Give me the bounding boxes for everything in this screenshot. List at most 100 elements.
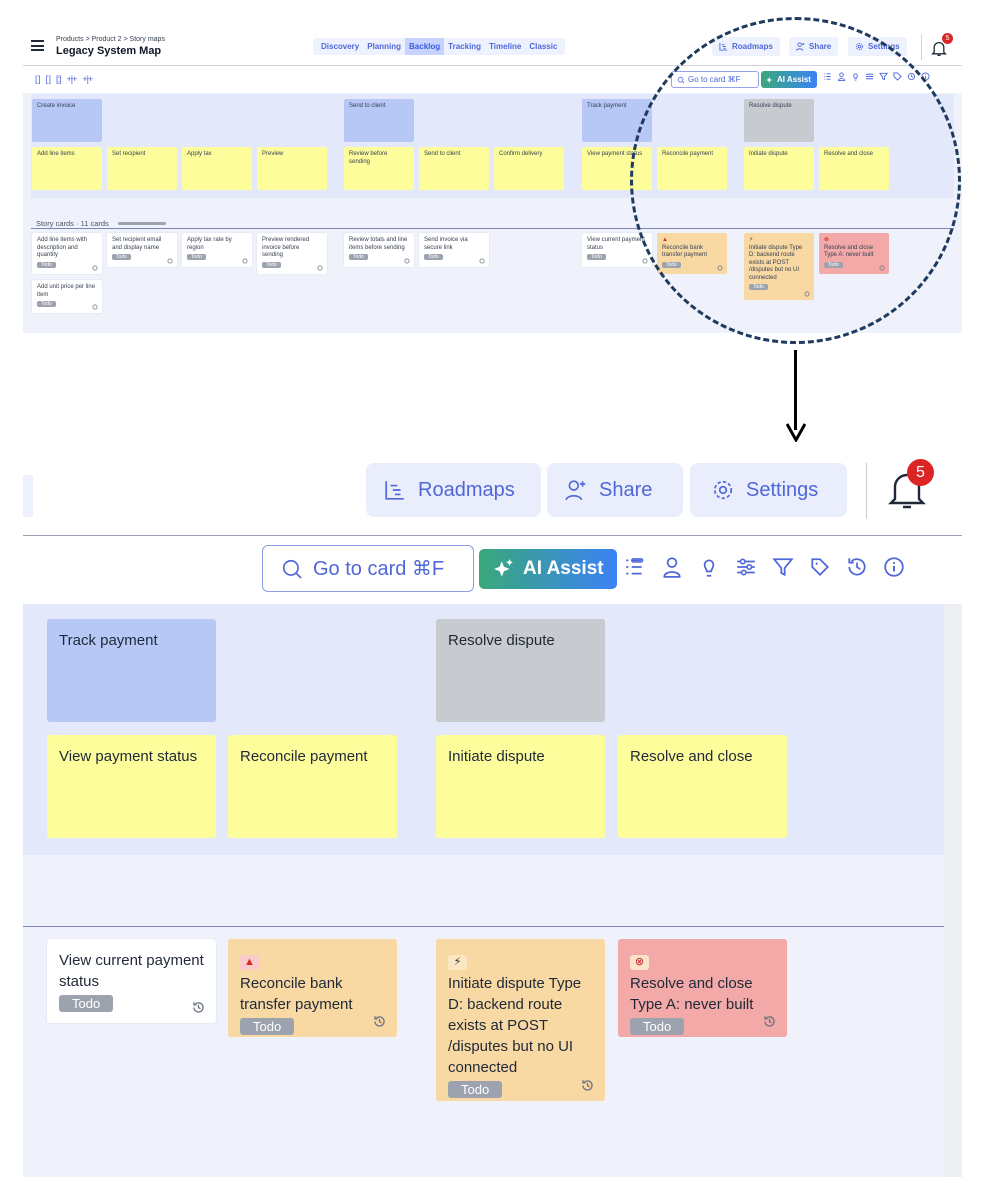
step-card[interactable]: Send to client	[419, 147, 489, 190]
tab-backlog[interactable]: Backlog	[405, 38, 445, 55]
go-to-card-label: Go to card ⌘F	[313, 558, 445, 580]
step-card[interactable]: Add line items	[32, 147, 102, 190]
history-icon[interactable]	[92, 304, 98, 310]
step-card[interactable]: Resolve and close	[618, 735, 787, 838]
status-badge[interactable]: Todo	[262, 261, 281, 268]
history-icon[interactable]	[167, 258, 173, 264]
share-button[interactable]: Share	[547, 463, 683, 517]
share-label: Share	[599, 478, 653, 501]
view-controls: [ ] [ ] [:] +|+ +|+	[35, 74, 93, 84]
epic-card[interactable]: Resolve dispute	[436, 619, 605, 722]
user-plus-icon	[565, 480, 586, 501]
settings-button[interactable]: Settings	[690, 463, 847, 517]
status-badge[interactable]: Todo	[240, 1018, 295, 1035]
status-badge[interactable]: Todo	[424, 254, 443, 261]
widen-icon[interactable]: +|+	[67, 74, 78, 84]
status-badge[interactable]: Todo	[187, 254, 206, 261]
search-icon	[282, 559, 302, 579]
tab-tracking[interactable]: Tracking	[444, 38, 485, 55]
history-icon[interactable]	[404, 258, 410, 264]
tab-timeline[interactable]: Timeline	[485, 38, 525, 55]
roadmaps-button[interactable]: Roadmaps	[366, 463, 541, 517]
status-badge[interactable]: Todo	[448, 1081, 503, 1098]
history-icon[interactable]	[192, 1001, 205, 1014]
story-title: Initiate dispute Type D: backend route e…	[448, 975, 582, 1076]
story-title: View current payment status	[587, 237, 645, 251]
history-icon[interactable]	[479, 258, 485, 264]
zoom-callout-circle	[630, 17, 961, 344]
collapse-icon[interactable]: [ ]	[46, 74, 51, 84]
view-tabs: Discovery Planning Backlog Tracking Time…	[313, 38, 566, 55]
epic-card[interactable]: Create invoice	[32, 99, 102, 142]
history-icon[interactable]	[642, 258, 648, 264]
step-card[interactable]: Preview	[257, 147, 327, 190]
gear-icon	[713, 480, 733, 500]
step-card[interactable]: Confirm delivery	[494, 147, 564, 190]
lightbulb-icon[interactable]	[698, 556, 720, 578]
compact-icon[interactable]: [:]	[56, 74, 61, 84]
history-icon[interactable]	[242, 258, 248, 264]
info-icon[interactable]	[883, 556, 905, 578]
zoomed-header: Roadmaps Share Settings 5	[23, 447, 962, 536]
story-card[interactable]: Send invoice via secure link Todo	[419, 233, 489, 267]
settings-label: Settings	[746, 478, 819, 501]
lightning-icon: ⚡	[448, 955, 467, 970]
story-card-error[interactable]: ⊗ Resolve and close Type A: never built …	[618, 939, 787, 1037]
tabs-edge	[23, 475, 33, 517]
person-icon[interactable]	[661, 556, 683, 578]
divider	[866, 463, 867, 519]
menu-icon[interactable]	[31, 40, 44, 51]
history-icon[interactable]	[846, 556, 868, 578]
zoomed-toolbar: Go to card ⌘F AI Assist	[23, 536, 962, 604]
tab-discovery[interactable]: Discovery	[317, 38, 363, 55]
story-card[interactable]: Set recipient email and display name Tod…	[107, 233, 177, 267]
sliders-icon[interactable]	[735, 556, 757, 578]
tab-classic[interactable]: Classic	[525, 38, 561, 55]
story-title: Preview rendered invoice before sending	[262, 237, 310, 258]
step-card[interactable]: Set recipient	[107, 147, 177, 190]
status-badge[interactable]: Todo	[59, 995, 114, 1012]
epic-card[interactable]: Track payment	[47, 619, 216, 722]
history-icon[interactable]	[581, 1079, 594, 1092]
story-title: Add unit price per line item	[37, 284, 96, 298]
status-badge[interactable]: Todo	[587, 254, 606, 261]
story-title: Set recipient email and display name	[112, 237, 162, 251]
story-card-partial[interactable]: ⚡ Initiate dispute Type D: backend route…	[436, 939, 605, 1101]
story-card[interactable]: Apply tax rate by region Todo	[182, 233, 252, 267]
list-icon[interactable]	[624, 556, 646, 578]
status-badge[interactable]: Todo	[37, 261, 56, 268]
scrollbar-track[interactable]	[944, 604, 962, 1177]
story-card[interactable]: Review totals and line items before send…	[344, 233, 414, 267]
notifications-button[interactable]: 5	[929, 33, 953, 58]
story-card[interactable]: Preview rendered invoice before sending …	[257, 233, 327, 274]
epic-card[interactable]: Send to client	[344, 99, 414, 142]
status-badge[interactable]: Todo	[349, 254, 368, 261]
tag-icon[interactable]	[809, 556, 831, 578]
divider	[921, 34, 922, 60]
story-card-warning[interactable]: ▲ Reconcile bank transfer payment Todo	[228, 939, 397, 1037]
narrow-icon[interactable]: +|+	[82, 74, 93, 84]
status-badge[interactable]: Todo	[112, 254, 131, 261]
history-icon[interactable]	[373, 1015, 386, 1028]
tab-planning[interactable]: Planning	[363, 38, 405, 55]
history-icon[interactable]	[317, 265, 323, 271]
story-card[interactable]: Add line items with description and quan…	[32, 233, 102, 274]
expand-icon[interactable]: [ ]	[35, 74, 40, 84]
filter-icon[interactable]	[772, 556, 794, 578]
roadmaps-label: Roadmaps	[418, 478, 515, 501]
history-icon[interactable]	[763, 1015, 776, 1028]
step-card[interactable]: Initiate dispute	[436, 735, 605, 838]
breadcrumb[interactable]: Products > Product 2 > Story maps	[56, 36, 165, 43]
step-card[interactable]: Review before sending	[344, 147, 414, 190]
step-card[interactable]: Reconcile payment	[228, 735, 397, 838]
story-title: Reconcile bank transfer payment	[240, 975, 353, 1013]
status-badge[interactable]: Todo	[630, 1018, 685, 1035]
story-card[interactable]: View current payment status Todo	[47, 939, 216, 1023]
story-card[interactable]: Add unit price per line item Todo	[32, 280, 102, 313]
ai-assist-button[interactable]: AI Assist	[479, 549, 617, 589]
step-card[interactable]: Apply tax	[182, 147, 252, 190]
history-icon[interactable]	[92, 265, 98, 271]
go-to-card-input[interactable]: Go to card ⌘F	[262, 545, 474, 592]
step-card[interactable]: View payment status	[47, 735, 216, 838]
status-badge[interactable]: Todo	[37, 301, 56, 308]
